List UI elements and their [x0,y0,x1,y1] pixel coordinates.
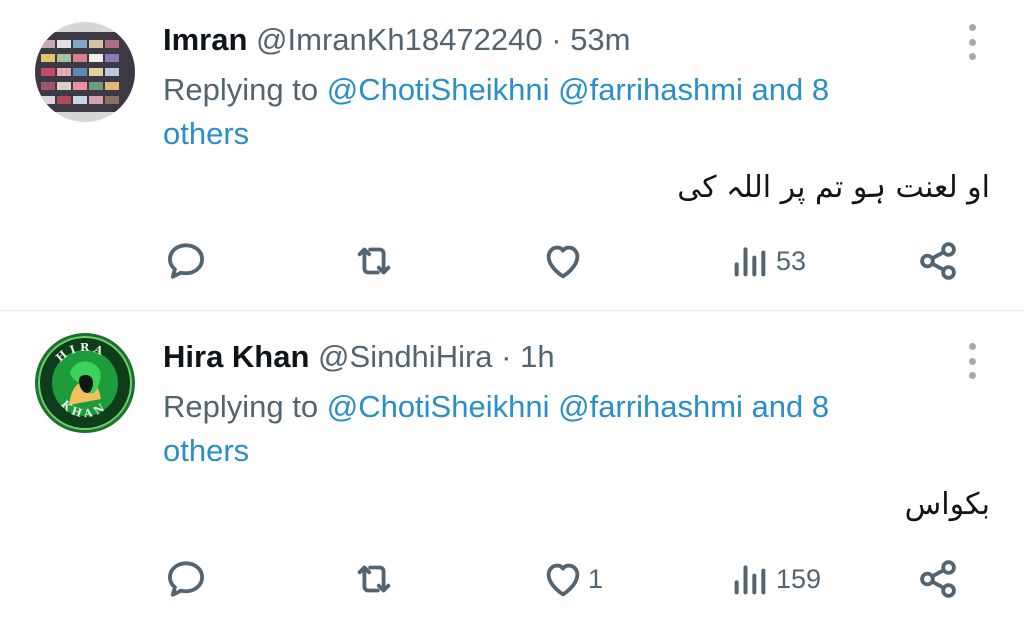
views-icon [734,247,766,277]
more-icon[interactable] [960,343,984,379]
tweet-text: بکواس [904,487,990,522]
replying-to: Replying to @ChotiSheikhni @farrihashmi … [163,68,923,156]
like-icon [546,563,580,597]
reply-button[interactable] [163,554,215,604]
share-button[interactable] [915,236,961,286]
replying-to: Replying to @ChotiSheikhni @farrihashmi … [163,385,923,473]
reply-icon [167,561,205,597]
tweet-header: Hira Khan @SindhiHira · 1h [163,337,555,377]
retweet-button[interactable] [351,236,403,286]
action-bar: 53 [0,236,1024,286]
views-icon [734,565,766,595]
tweet-text: او لعنت ہو تم پر اللہ کی [677,170,990,205]
timestamp[interactable]: 53m [570,22,630,57]
more-icon[interactable] [960,24,984,60]
mention-link[interactable]: @farrihashmi [558,72,743,107]
views-button[interactable]: 159 [730,554,821,604]
retweet-icon [357,247,391,275]
retweet-icon [357,565,391,593]
action-bar: 1 159 [0,554,1024,604]
mention-link[interactable]: @farrihashmi [558,389,743,424]
user-handle[interactable]: @ImranKh18472240 [256,22,543,57]
replying-to-label: Replying to [163,389,327,424]
like-button[interactable] [540,236,592,286]
reply-button[interactable] [163,236,215,286]
like-count: 1 [588,563,604,594]
display-name[interactable]: Imran [163,22,247,57]
like-button[interactable]: 1 [540,554,603,604]
replying-to-label: Replying to [163,72,327,107]
display-name[interactable]: Hira Khan [163,339,309,374]
tweet-header: Imran @ImranKh18472240 · 53m [163,20,631,60]
avatar-image: H I R A K H A N [35,333,135,433]
tweet[interactable]: H I R A K H A N Hira Khan @SindhiHira · … [0,311,1024,623]
reply-icon [167,243,205,279]
avatar-image [35,22,135,122]
avatar[interactable]: H I R A K H A N [35,333,135,433]
mention-link[interactable]: @ChotiSheikhni [327,389,550,424]
view-count: 159 [776,563,822,594]
tweet[interactable]: Imran @ImranKh18472240 · 53m Replying to… [0,0,1024,311]
views-button[interactable]: 53 [730,236,806,286]
separator: · [551,22,562,57]
timestamp[interactable]: 1h [520,339,554,374]
like-icon [546,245,580,279]
share-icon [920,560,956,598]
share-button[interactable] [915,554,961,604]
view-count: 53 [776,245,807,276]
separator: · [501,339,512,374]
avatar[interactable] [35,22,135,122]
retweet-button[interactable] [351,554,403,604]
share-icon [920,242,956,280]
mention-link[interactable]: @ChotiSheikhni [327,72,550,107]
user-handle[interactable]: @SindhiHira [318,339,492,374]
